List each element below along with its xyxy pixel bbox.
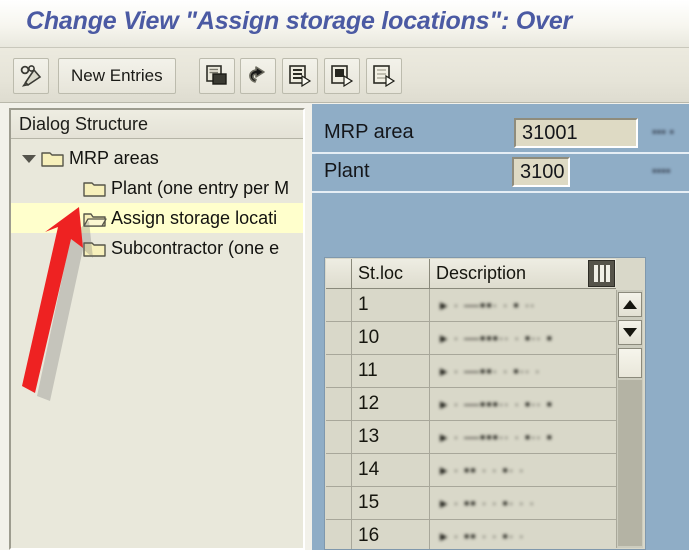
cell-description: ▸ ∙ ▪▪ ∙ ∙ ▪∙ ∙ — [440, 462, 525, 479]
pencil-glasses-icon — [20, 65, 42, 87]
dialog-structure-header: Dialog Structure — [11, 110, 303, 139]
column-header-stloc[interactable]: St.loc — [352, 259, 430, 288]
dialog-structure-panel: Dialog Structure MRP areas Plant (one en… — [9, 108, 305, 550]
table-row[interactable]: 13 ▸ ∙ —▪▪▪∙∙ ∙ ▪∙∙ ▪ — [326, 421, 616, 454]
cell-stloc: 10 — [352, 322, 430, 354]
table-header-row: St.loc Description — [326, 259, 616, 289]
row-selector[interactable] — [326, 421, 352, 453]
cell-description: ▸ ∙ ▪▪ ∙ ∙ ▪∙ ∙ — [440, 528, 525, 545]
page-title: Change View "Assign storage locations": … — [26, 7, 573, 35]
tree-item-assign-storage-locations[interactable]: Assign storage locati — [11, 203, 303, 233]
field-row-mrp-area: MRP area 31001 ▪▪▪ ▪ — [312, 116, 689, 154]
cell-description: ▸ ∙ —▪▪∙ ∙ ▪∙∙ ∙ — [440, 363, 541, 380]
scroll-down-button[interactable] — [618, 320, 642, 345]
cell-stloc: 15 — [352, 487, 430, 519]
scroll-up-arrow-icon — [623, 300, 637, 309]
cell-description: ▸ ∙ —▪▪∙ ∙ ▪ ∙∙ — [440, 297, 536, 314]
scroll-up-button[interactable] — [618, 292, 642, 317]
dialog-structure-tree: MRP areas Plant (one entry per M Assign … — [11, 140, 303, 263]
cell-description: ▸ ∙ —▪▪▪∙∙ ∙ ▪∙∙ ▪ — [440, 396, 553, 413]
cell-stloc: 11 — [352, 355, 430, 387]
row-selector[interactable] — [326, 355, 352, 387]
undo-arrow-icon — [249, 66, 265, 83]
tree-item-label: MRP areas — [69, 147, 159, 168]
tree-item-subcontractor[interactable]: Subcontractor (one e — [11, 233, 303, 263]
undo-button[interactable] — [240, 58, 276, 94]
plant-label: Plant — [324, 160, 370, 182]
tree-item-label: Plant (one entry per M — [111, 177, 290, 198]
table-body-area: St.loc Description 1 ▸ ∙ —▪▪∙ ∙ ▪ ∙∙ 10 … — [326, 259, 616, 549]
table-row[interactable]: 14 ▸ ∙ ▪▪ ∙ ∙ ▪∙ ∙ — [326, 454, 616, 487]
select-block-icon — [331, 65, 354, 87]
select-column-header[interactable] — [326, 259, 352, 288]
select-block-button[interactable] — [324, 58, 360, 94]
row-selector[interactable] — [326, 289, 352, 321]
table-row[interactable]: 16 ▸ ∙ ▪▪ ∙ ∙ ▪∙ ∙ — [326, 520, 616, 549]
storage-locations-table: St.loc Description 1 ▸ ∙ —▪▪∙ ∙ ▪ ∙∙ 10 … — [324, 257, 646, 550]
sap-change-view-window: Change View "Assign storage locations": … — [0, 0, 689, 550]
scroll-down-arrow-icon — [623, 328, 637, 337]
table-row[interactable]: 10 ▸ ∙ —▪▪▪∙∙ ∙ ▪∙∙ ▪ — [326, 322, 616, 355]
copy-as-button[interactable] — [199, 58, 235, 94]
deselect-all-icon — [373, 65, 396, 87]
plant-input[interactable]: 3100 — [512, 157, 570, 187]
cell-description: ▸ ∙ —▪▪▪∙∙ ∙ ▪∙∙ ▪ — [440, 429, 553, 446]
column-config-icon — [592, 265, 611, 282]
table-row[interactable]: 11 ▸ ∙ —▪▪∙ ∙ ▪∙∙ ∙ — [326, 355, 616, 388]
row-selector[interactable] — [326, 322, 352, 354]
table-row[interactable]: 1 ▸ ∙ —▪▪∙ ∙ ▪ ∙∙ — [326, 289, 616, 322]
row-selector[interactable] — [326, 487, 352, 519]
display-change-button[interactable] — [13, 58, 49, 94]
tree-item-plant[interactable]: Plant (one entry per M — [11, 173, 303, 203]
folder-icon — [83, 179, 107, 198]
dialog-structure-title: Dialog Structure — [19, 113, 149, 134]
new-entries-label: New Entries — [71, 66, 163, 85]
cell-stloc: 16 — [352, 520, 430, 549]
deselect-all-button[interactable] — [366, 58, 402, 94]
mrp-area-label: MRP area — [324, 121, 414, 143]
folder-icon — [83, 239, 107, 258]
table-row[interactable]: 12 ▸ ∙ —▪▪▪∙∙ ∙ ▪∙∙ ▪ — [326, 388, 616, 421]
scroll-thumb[interactable] — [618, 348, 642, 378]
cell-description: ▸ ∙ ▪▪ ∙ ∙ ▪∙ ∙ ∙ — [440, 495, 535, 512]
cell-stloc: 1 — [352, 289, 430, 321]
tree-item-mrp-areas[interactable]: MRP areas — [11, 143, 303, 173]
row-selector[interactable] — [326, 520, 352, 549]
expand-triangle-icon[interactable] — [19, 148, 39, 168]
select-all-icon — [289, 65, 312, 87]
table-vertical-scrollbar[interactable] — [616, 290, 643, 548]
scroll-track[interactable] — [618, 380, 642, 546]
field-row-plant: Plant 3100 ▪▪▪▪ — [312, 155, 689, 193]
folder-open-icon — [83, 209, 107, 228]
tree-item-label: Subcontractor (one e — [111, 237, 280, 258]
tree-item-label: Assign storage locati — [111, 207, 278, 228]
mrp-area-input[interactable]: 31001 — [514, 118, 638, 148]
application-toolbar: New Entries — [0, 48, 689, 103]
cell-stloc: 12 — [352, 388, 430, 420]
column-config-button[interactable] — [588, 260, 615, 287]
cell-stloc: 13 — [352, 421, 430, 453]
copy-as-icon — [206, 65, 227, 85]
cell-stloc: 14 — [352, 454, 430, 486]
new-entries-button[interactable]: New Entries — [58, 58, 176, 94]
select-all-button[interactable] — [282, 58, 318, 94]
side-label-2: ▪▪▪▪ — [652, 163, 671, 178]
row-selector[interactable] — [326, 388, 352, 420]
folder-icon — [41, 149, 65, 168]
row-selector[interactable] — [326, 454, 352, 486]
cell-description: ▸ ∙ —▪▪▪∙∙ ∙ ▪∙∙ ▪ — [440, 330, 553, 347]
side-label-1: ▪▪▪ ▪ — [652, 124, 675, 139]
window-titlebar: Change View "Assign storage locations": … — [0, 0, 689, 48]
table-row[interactable]: 15 ▸ ∙ ▪▪ ∙ ∙ ▪∙ ∙ ∙ — [326, 487, 616, 520]
